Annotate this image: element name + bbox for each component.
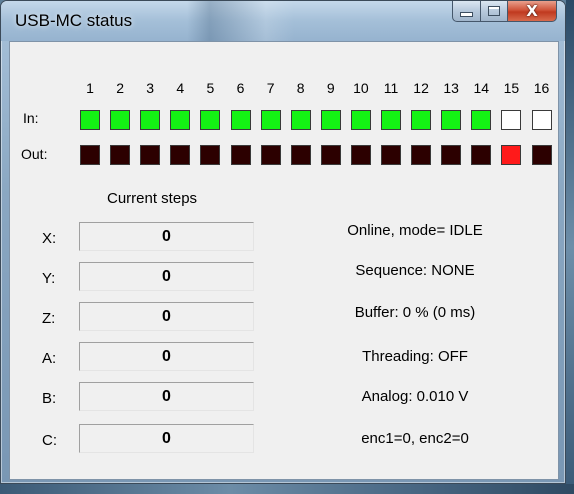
output-led-7	[260, 145, 281, 165]
status-window: USB-MC status X 1 2 3 4 5 6 7 8 9 10 11 12 13 14 15 16 …	[0, 0, 566, 484]
close-button[interactable]: X	[508, 1, 557, 22]
output-led-8	[290, 145, 311, 165]
output-led-10	[350, 145, 371, 165]
buffer-status: Buffer: 0 % (0 ms)	[354, 304, 476, 321]
outputs-label: Out:	[21, 146, 48, 162]
y-steps-value: 0	[79, 262, 254, 291]
input-led-12	[411, 110, 432, 130]
channel-number: 9	[326, 80, 335, 96]
axis-label-z: Z:	[42, 310, 56, 327]
channel-number: 3	[146, 80, 155, 96]
maximize-button[interactable]	[481, 1, 508, 22]
channel-number: 7	[266, 80, 275, 96]
desktop-background-right	[566, 0, 574, 494]
input-led-6	[230, 110, 251, 130]
title-bar[interactable]: USB-MC status X	[1, 1, 565, 41]
minimize-icon	[460, 12, 473, 17]
output-led-1	[80, 145, 100, 165]
channel-number: 2	[116, 80, 124, 96]
output-led-4	[170, 145, 191, 165]
channel-number: 4	[176, 80, 185, 96]
axis-label-c: C:	[42, 432, 57, 449]
window-title: USB-MC status	[15, 11, 133, 30]
client-area: 1 2 3 4 5 6 7 8 9 10 11 12 13 14 15 16 In: Out: Current…	[9, 41, 559, 480]
input-led-4	[170, 110, 191, 130]
c-steps-value: 0	[79, 424, 254, 453]
axis-label-x: X:	[42, 230, 57, 247]
z-steps-value: 0	[79, 302, 254, 331]
axis-label-y: Y:	[42, 270, 56, 287]
input-led-13	[441, 110, 462, 130]
input-led-10	[350, 110, 371, 130]
channel-number: 5	[206, 80, 215, 96]
input-led-5	[200, 110, 221, 130]
input-led-11	[381, 110, 401, 130]
online-mode-status: Online, mode= IDLE	[347, 222, 483, 239]
minimize-button[interactable]	[452, 1, 481, 22]
channel-number: 10	[353, 80, 369, 96]
x-steps-value: 0	[79, 222, 254, 251]
output-led-16	[531, 145, 552, 165]
channel-number: 11	[383, 80, 399, 96]
channel-number: 8	[296, 80, 305, 96]
input-led-1	[80, 110, 100, 130]
output-led-9	[320, 145, 341, 165]
channel-number: 15	[503, 80, 520, 96]
threading-status: Threading: OFF	[362, 348, 468, 365]
input-led-2	[110, 110, 131, 130]
channel-number: 6	[236, 80, 245, 96]
desktop-background-bottom	[0, 484, 574, 494]
input-led-16	[531, 110, 552, 130]
channel-number: 12	[413, 80, 429, 96]
b-steps-value: 0	[79, 382, 254, 411]
a-steps-value: 0	[79, 342, 254, 371]
caption-buttons: X	[452, 1, 557, 23]
close-icon: X	[526, 2, 538, 20]
analog-status: Analog: 0.010 V	[361, 388, 469, 405]
input-led-9	[320, 110, 341, 130]
output-led-2	[110, 145, 131, 165]
input-led-7	[260, 110, 281, 130]
channel-number: 1	[86, 80, 94, 96]
input-led-15	[501, 110, 522, 130]
input-led-14	[471, 110, 492, 130]
axis-label-a: A:	[42, 350, 57, 367]
current-steps-heading: Current steps	[107, 190, 198, 207]
output-led-11	[381, 145, 401, 165]
channel-number: 13	[443, 80, 459, 96]
output-led-5	[200, 145, 221, 165]
output-led-14	[471, 145, 492, 165]
channel-number: 14	[473, 80, 490, 96]
output-led-3	[140, 145, 161, 165]
input-led-3	[140, 110, 161, 130]
encoder-status: enc1=0, enc2=0	[361, 430, 469, 447]
output-led-13	[441, 145, 462, 165]
channel-number: 16	[533, 80, 550, 96]
output-led-12	[411, 145, 432, 165]
output-led-6	[230, 145, 251, 165]
sequence-status: Sequence: NONE	[355, 262, 475, 279]
axis-label-b: B:	[42, 390, 57, 407]
input-led-8	[290, 110, 311, 130]
output-led-15	[501, 145, 522, 165]
maximize-icon	[488, 6, 500, 16]
inputs-label: In:	[23, 110, 39, 126]
